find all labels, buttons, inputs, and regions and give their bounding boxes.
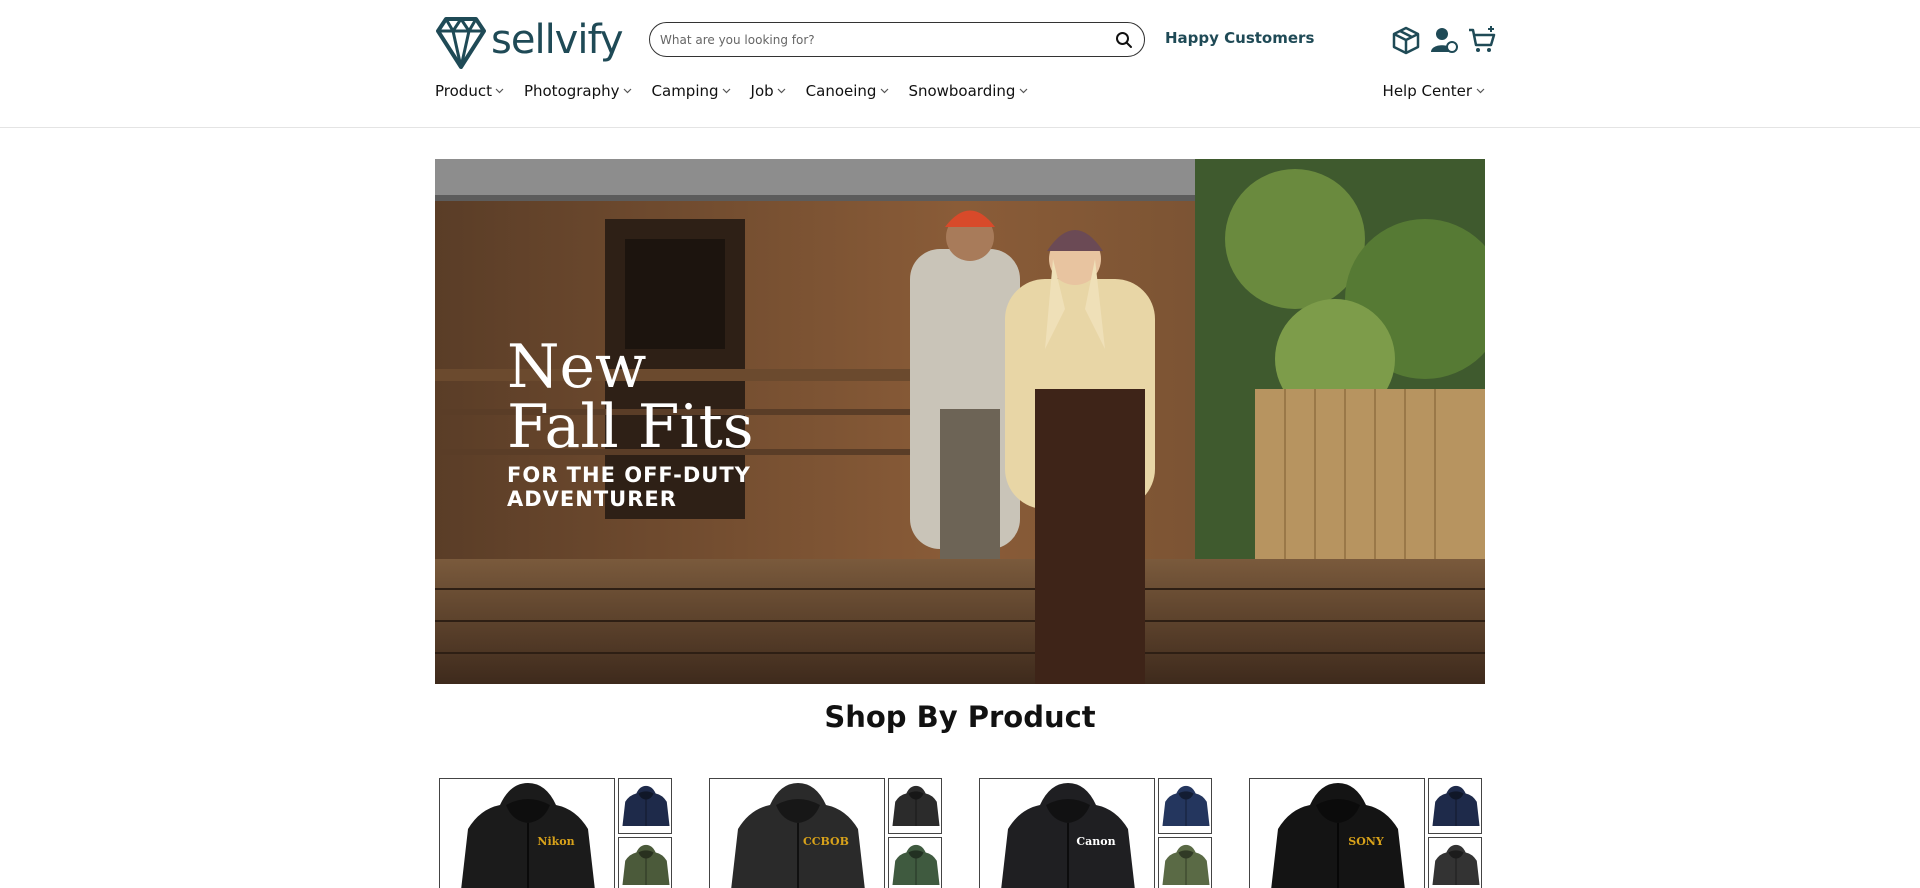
nav-product[interactable]: Product [435,82,505,100]
product-color-swatch[interactable] [1158,778,1212,834]
brand-name: sellvify [491,17,624,63]
chevron-down-icon [495,86,505,96]
hero-banner[interactable]: New Fall Fits FOR THE OFF-DUTY ADVENTURE… [435,159,1485,684]
brand-logo[interactable]: sellvify [435,10,625,70]
product-color-swatch[interactable] [618,778,672,834]
diamond-logo-icon [436,17,486,69]
hero-title-line-1: New [507,332,647,402]
product-color-swatch[interactable] [1428,778,1482,834]
happy-customers-link[interactable]: Happy Customers [1165,29,1314,47]
product-image[interactable]: CCBOB [709,778,885,888]
nav-label: Photography [523,82,620,100]
nav-label: Help Center [1382,82,1472,100]
product-color-swatch[interactable] [618,837,672,888]
nav-label: Job [750,82,774,100]
site-header: sellvify Happy Customers Product Photogr… [0,0,1920,128]
svg-text:CCBOB: CCBOB [803,835,849,848]
nav-job[interactable]: Job [751,82,787,100]
box-icon[interactable] [1390,24,1422,56]
svg-text:Canon: Canon [1076,835,1115,848]
product-card[interactable]: CCBOB [709,778,945,888]
product-image[interactable]: Canon [979,778,1155,888]
hero-title-line-2: Fall Fits [507,392,754,462]
nav-help-center[interactable]: Help Center [1383,82,1485,100]
main-nav: Product Photography Camping Job Canoeing… [435,82,1047,100]
chevron-down-icon [1018,86,1028,96]
product-color-swatch[interactable] [888,837,942,888]
product-image[interactable]: SONY [1249,778,1425,888]
product-card[interactable]: Canon [979,778,1215,888]
product-card[interactable]: SONY [1249,778,1485,888]
chevron-down-icon [879,86,889,96]
nav-label: Camping [651,82,719,100]
nav-label: Snowboarding [908,82,1016,100]
svg-text:SONY: SONY [1348,835,1384,848]
svg-text:Nikon: Nikon [537,835,574,848]
header-icons [1390,24,1498,56]
chevron-down-icon [722,86,732,96]
hero-subtitle-line-1: FOR THE OFF-DUTY [507,463,751,487]
product-grid: Nikon CCBOB Canon SONY [439,778,1485,888]
nav-snowboarding[interactable]: Snowboarding [908,82,1028,100]
chevron-down-icon [777,86,787,96]
nav-camping[interactable]: Camping [652,82,732,100]
search-bar [649,22,1145,57]
product-color-swatch[interactable] [1158,837,1212,888]
product-color-swatch[interactable] [888,778,942,834]
product-color-swatch[interactable] [1428,837,1482,888]
search-input[interactable] [660,32,1114,47]
product-image[interactable]: Nikon [439,778,615,888]
account-icon[interactable] [1428,24,1460,56]
hero-subtitle-line-2: ADVENTURER [507,487,677,511]
section-title: Shop By Product [824,700,1096,734]
search-icon[interactable] [1114,30,1134,50]
cart-icon[interactable] [1466,24,1498,56]
product-card[interactable]: Nikon [439,778,675,888]
chevron-down-icon [623,86,633,96]
chevron-down-icon [1475,86,1485,96]
nav-photography[interactable]: Photography [524,82,633,100]
hero-headline: New Fall Fits FOR THE OFF-DUTY ADVENTURE… [507,337,754,511]
nav-label: Canoeing [805,82,877,100]
nav-label: Product [435,82,492,100]
nav-canoeing[interactable]: Canoeing [806,82,890,100]
